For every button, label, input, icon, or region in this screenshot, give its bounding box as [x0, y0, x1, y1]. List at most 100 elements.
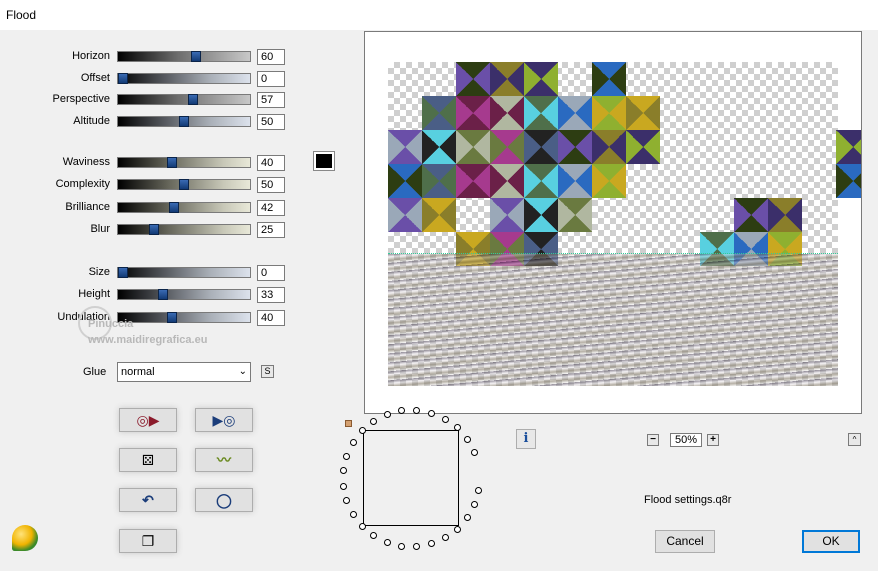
- navigator-dot[interactable]: [340, 482, 347, 490]
- slider-thumb[interactable]: [148, 224, 159, 235]
- param-row-blur: Blur 25: [0, 222, 300, 238]
- offset-value-input[interactable]: 0: [257, 71, 285, 87]
- slider-thumb[interactable]: [166, 157, 177, 168]
- complexity-value-input[interactable]: 50: [257, 177, 285, 193]
- navigator-dot[interactable]: [349, 439, 357, 447]
- undulation-value-input[interactable]: 40: [257, 310, 285, 326]
- collapse-button[interactable]: ^: [848, 433, 861, 446]
- preview-tile: [558, 96, 592, 130]
- size-value-input[interactable]: 0: [257, 265, 285, 281]
- info-icon[interactable]: i: [516, 429, 536, 449]
- preview-tile: [456, 62, 490, 96]
- waviness-value-input[interactable]: 40: [257, 155, 285, 171]
- preview-tile: [558, 130, 592, 164]
- preview-tile: [490, 164, 524, 198]
- height-slider[interactable]: [117, 289, 251, 300]
- navigator-dot[interactable]: [453, 525, 461, 533]
- preview-tile: [490, 130, 524, 164]
- navigator-dot[interactable]: [358, 522, 366, 530]
- preview-tile: [558, 198, 592, 232]
- random-button[interactable]: ⚄: [119, 448, 177, 472]
- slider-thumb[interactable]: [187, 94, 198, 105]
- param-label: Blur: [90, 223, 110, 235]
- app-logo-icon: [12, 525, 38, 551]
- dice-icon: ⚄: [141, 452, 155, 468]
- preview-tile: [524, 164, 558, 198]
- zoom-out-button[interactable]: −: [647, 434, 659, 446]
- slider-thumb[interactable]: [118, 267, 128, 278]
- color-swatch[interactable]: [313, 151, 335, 171]
- preview-tile: [422, 96, 456, 130]
- brilliance-value-input[interactable]: 42: [257, 200, 285, 216]
- slider-thumb[interactable]: [179, 116, 189, 127]
- brilliance-slider[interactable]: [117, 202, 251, 213]
- preview-tile: [524, 198, 558, 232]
- ok-button[interactable]: OK: [802, 530, 860, 553]
- slider-thumb[interactable]: [118, 73, 128, 84]
- height-value-input[interactable]: 33: [257, 287, 285, 303]
- navigator-dot[interactable]: [463, 435, 471, 443]
- title-bar: Flood: [0, 0, 878, 30]
- glue-select[interactable]: normal ⌄: [117, 362, 251, 382]
- param-label: Waviness: [62, 156, 110, 168]
- slider-thumb[interactable]: [169, 202, 180, 213]
- wave-button[interactable]: 〰: [195, 448, 253, 472]
- perspective-slider[interactable]: [117, 94, 251, 105]
- cancel-button[interactable]: Cancel: [655, 530, 715, 553]
- param-row-brilliance: Brilliance 42: [0, 200, 300, 216]
- navigator-thumbnail[interactable]: [363, 430, 459, 526]
- preview-tile: [558, 164, 592, 198]
- preview-tile: [490, 62, 524, 96]
- reset-button[interactable]: ◯: [195, 488, 253, 512]
- blur-value-input[interactable]: 25: [257, 222, 285, 238]
- slider-thumb[interactable]: [191, 51, 202, 62]
- param-row-size: Size 0: [0, 265, 300, 281]
- navigator-dot[interactable]: [349, 510, 357, 518]
- complexity-slider[interactable]: [117, 179, 251, 190]
- preview-tile: [388, 164, 422, 198]
- preview-tile: [524, 62, 558, 96]
- prev-preset-button[interactable]: ◎▶: [119, 408, 177, 432]
- navigator-dot[interactable]: [441, 415, 449, 423]
- navigator-dot[interactable]: [471, 448, 479, 456]
- glue-s-button[interactable]: S: [261, 365, 274, 378]
- preview-tile: [490, 198, 524, 232]
- altitude-slider[interactable]: [117, 116, 251, 127]
- waviness-slider[interactable]: [117, 157, 251, 168]
- param-row-perspective: Perspective 57: [0, 92, 300, 108]
- size-slider[interactable]: [117, 267, 251, 278]
- altitude-value-input[interactable]: 50: [257, 114, 285, 130]
- preview-pane[interactable]: [364, 31, 862, 414]
- navigator-dot[interactable]: [398, 542, 406, 550]
- preview-tile: [836, 164, 861, 198]
- zoom-in-button[interactable]: +: [707, 434, 719, 446]
- horizon-value-input[interactable]: 60: [257, 49, 285, 65]
- zoom-level: 50%: [670, 433, 702, 447]
- preview-tile: [524, 130, 558, 164]
- navigator-marker[interactable]: [345, 420, 352, 427]
- preview-tile: [592, 164, 626, 198]
- param-label: Altitude: [73, 115, 110, 127]
- copy-button[interactable]: ❐: [119, 529, 177, 553]
- preview-tile: [592, 96, 626, 130]
- navigator-dot[interactable]: [383, 538, 391, 546]
- horizon-slider[interactable]: [117, 51, 251, 62]
- undo-button[interactable]: ↶: [119, 488, 177, 512]
- navigator-dot[interactable]: [428, 409, 436, 417]
- preview-tile: [592, 130, 626, 164]
- navigator-dot[interactable]: [383, 411, 391, 419]
- param-label: Complexity: [55, 178, 110, 190]
- glue-value: normal: [121, 366, 155, 378]
- blur-slider[interactable]: [117, 224, 251, 235]
- perspective-value-input[interactable]: 57: [257, 92, 285, 108]
- prev-preset-icon: ◎▶: [136, 412, 160, 428]
- slider-thumb[interactable]: [179, 179, 189, 190]
- horizon-line: [388, 253, 838, 254]
- param-label: Brilliance: [65, 201, 110, 213]
- offset-slider[interactable]: [117, 73, 251, 84]
- preview-tile: [456, 96, 490, 130]
- preview-tile: [422, 164, 456, 198]
- next-preset-button[interactable]: ▶◎: [195, 408, 253, 432]
- slider-thumb[interactable]: [158, 289, 169, 300]
- param-row-offset: Offset 0: [0, 71, 300, 87]
